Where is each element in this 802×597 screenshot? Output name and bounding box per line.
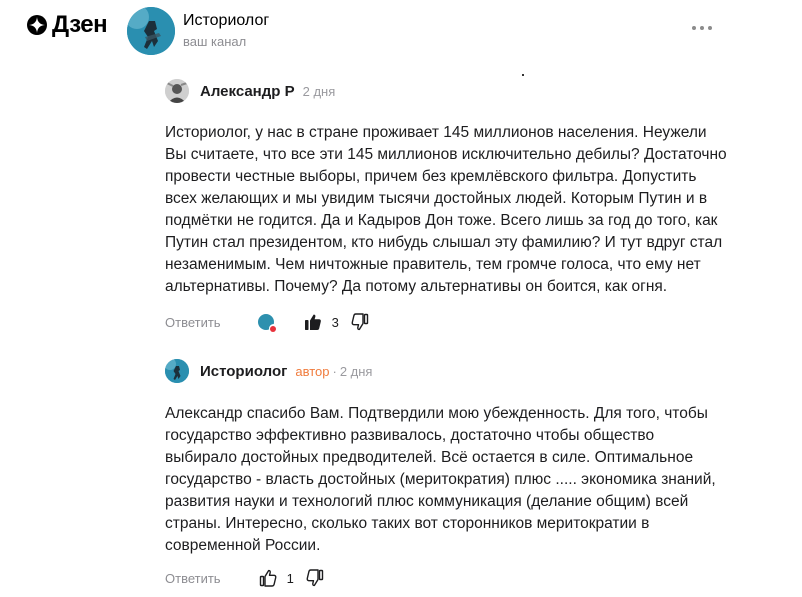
thumbs-down-icon[interactable] — [306, 569, 324, 587]
reply-button[interactable]: Ответить — [165, 315, 221, 330]
avatar[interactable] — [165, 359, 189, 383]
like-count: 1 — [286, 570, 294, 586]
comment-header: Александр Р 2 дня — [165, 77, 725, 105]
channel-avatar[interactable] — [127, 7, 175, 55]
comment-text: Историолог, у нас в стране проживает 145… — [165, 124, 727, 295]
comment-date: 2 дня — [339, 363, 373, 379]
stray-dot — [522, 74, 524, 76]
channel-name[interactable]: Историолог — [183, 11, 269, 31]
comment-author[interactable]: Александр Р — [200, 83, 295, 100]
comment-date: 2 дня — [302, 83, 336, 99]
comment-actions: Ответить 3 — [165, 311, 725, 333]
author-badge: автор — [295, 363, 330, 379]
dzen-logo[interactable]: Дзен — [27, 11, 108, 39]
comment: Историолог автор · 2 дня Александр спаси… — [165, 357, 725, 589]
logo-text: Дзен — [52, 11, 108, 38]
avatar[interactable] — [165, 79, 189, 103]
comment-header: Историолог автор · 2 дня — [165, 357, 725, 385]
comment-text: Александр спасибо Вам. Подтвердили мою у… — [165, 405, 716, 554]
reply-button[interactable]: Ответить — [165, 571, 221, 586]
more-dots-icon[interactable] — [692, 26, 712, 30]
comment-author[interactable]: Историолог — [200, 363, 287, 380]
comment-actions: Ответить 1 — [165, 567, 725, 589]
like-count: 3 — [331, 314, 339, 330]
thumbs-up-icon[interactable] — [259, 569, 277, 587]
channel-subtitle: ваш канал — [183, 34, 247, 49]
channel-header[interactable]: Историолог ваш канал — [127, 7, 269, 55]
author-reaction-avatar — [257, 314, 278, 333]
separator: · — [332, 363, 337, 379]
heart-icon — [268, 324, 278, 333]
dzen-star-icon — [27, 15, 47, 35]
thumbs-up-icon[interactable] — [304, 313, 322, 331]
comment: Александр Р 2 дня Историолог, у нас в ст… — [165, 77, 727, 333]
thumbs-down-icon[interactable] — [351, 313, 369, 331]
